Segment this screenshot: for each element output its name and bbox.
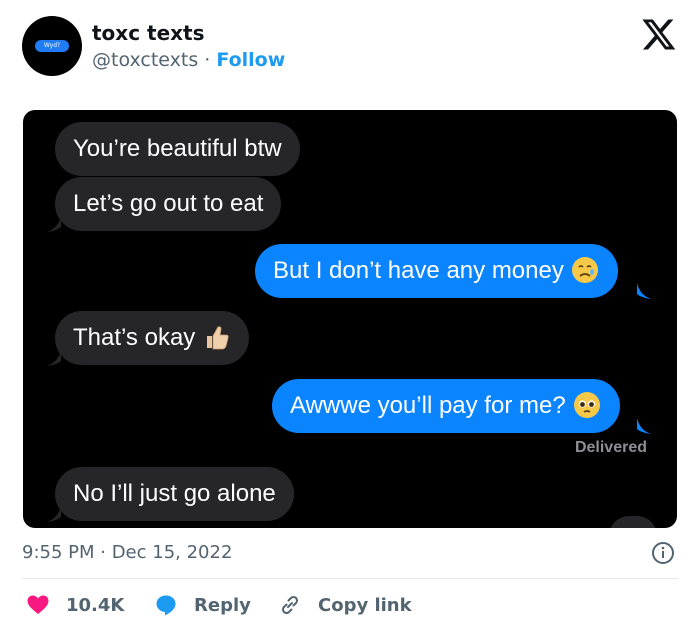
copy-link-button[interactable]: Copy link xyxy=(278,590,412,620)
outgoing-message: But I don’t have any money xyxy=(255,244,618,298)
x-logo-icon[interactable] xyxy=(641,16,677,52)
bubble-tail xyxy=(637,418,651,434)
message-text: Awwwe you’ll pay for me? xyxy=(290,392,566,419)
handle-line: @toxctexts · Follow xyxy=(92,47,285,73)
incoming-message: That’s okay xyxy=(55,311,250,365)
handle-separator: · xyxy=(198,49,217,71)
pleading-face-icon xyxy=(573,391,600,418)
likes-count: 10.4K xyxy=(66,594,125,616)
reply-label: Reply xyxy=(194,594,251,616)
delivered-status: Delivered xyxy=(574,439,647,456)
tweet-actions: 10.4K Reply Copy link xyxy=(22,590,678,620)
incoming-message: You’re beautiful btw xyxy=(55,122,300,176)
outgoing-message: Awwwe you’ll pay for me? xyxy=(272,379,620,433)
avatar-text: Wyd? xyxy=(35,40,69,52)
bubble-tail xyxy=(637,283,651,299)
crying-face-icon xyxy=(571,256,598,283)
incoming-message: Let’s go out to eat xyxy=(55,177,282,231)
bubble-tail xyxy=(47,350,61,366)
incoming-message: No I’ll just go alone xyxy=(55,467,294,521)
author-name[interactable]: toxc texts xyxy=(92,20,205,46)
info-icon[interactable] xyxy=(651,541,675,565)
avatar[interactable]: Wyd? xyxy=(22,16,82,76)
like-button[interactable]: 10.4K xyxy=(26,590,124,620)
message-text: That’s okay xyxy=(73,324,196,351)
link-icon xyxy=(281,595,299,615)
reply-button[interactable]: Reply xyxy=(154,590,251,620)
heart-icon xyxy=(27,595,49,614)
copy-link-label: Copy link xyxy=(318,594,412,616)
reply-bubble-icon xyxy=(156,595,176,616)
divider xyxy=(22,578,678,579)
follow-button[interactable]: Follow xyxy=(216,49,285,71)
message-text: But I don’t have any money xyxy=(273,257,564,284)
tweet-timestamp[interactable]: 9:55 PM · Dec 15, 2022 xyxy=(22,540,232,566)
bubble-tail xyxy=(47,506,61,522)
thumbs-up-icon xyxy=(207,326,229,350)
tweet-header: Wyd? toxc texts @toxctexts · Follow xyxy=(0,0,700,100)
bubble-tail xyxy=(47,216,61,232)
partial-message-bubble xyxy=(609,516,657,528)
author-handle[interactable]: @toxctexts xyxy=(92,49,198,71)
chat-screenshot: You’re beautiful btw Let’s go out to eat… xyxy=(23,110,677,528)
